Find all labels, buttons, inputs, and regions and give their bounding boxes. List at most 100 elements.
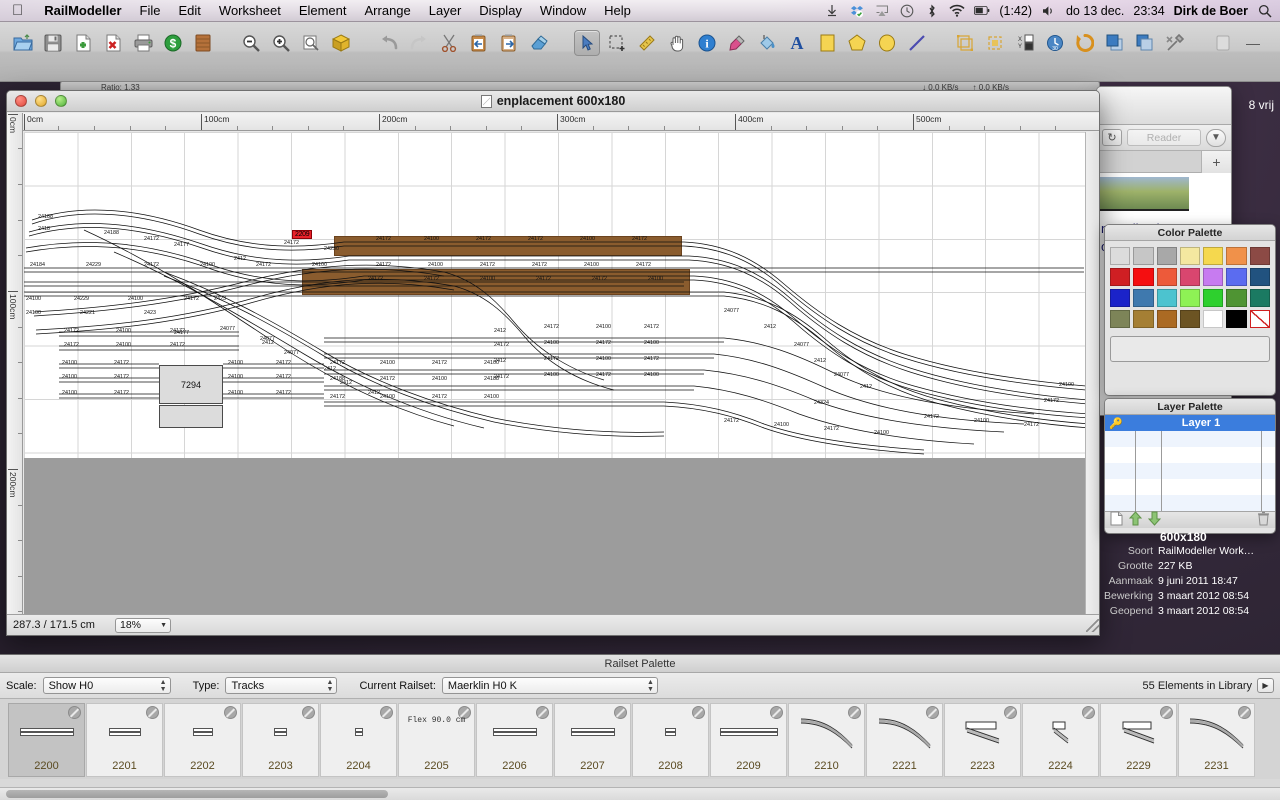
- flip-tool-button[interactable]: [1072, 30, 1098, 56]
- color-swatch[interactable]: [1249, 268, 1270, 286]
- color-swatch[interactable]: [1179, 247, 1201, 265]
- copy-button[interactable]: [466, 30, 492, 56]
- line-tool-button[interactable]: [904, 30, 930, 56]
- railset-palette-window[interactable]: Railset Palette Scale: Show H0 ▲ ▼ Type: …: [0, 654, 1280, 800]
- color-swatch[interactable]: [1156, 310, 1177, 328]
- color-swatch[interactable]: [1179, 268, 1201, 286]
- measure-tool-button[interactable]: [634, 30, 660, 56]
- download-arrow-icon[interactable]: [824, 3, 840, 19]
- menu-bar[interactable]:  RailModeller File Edit Worksheet Eleme…: [0, 0, 1280, 22]
- color-swatch[interactable]: [1226, 310, 1247, 328]
- railset-element-2204[interactable]: 2204: [320, 703, 397, 777]
- railset-element-2223[interactable]: 2223: [944, 703, 1021, 777]
- horizontal-ruler[interactable]: 0cm 100cm 200cm 300cm 400cm 500cm: [23, 113, 1099, 131]
- color-swatch[interactable]: [1133, 310, 1154, 328]
- railset-element-2203[interactable]: 2203: [242, 703, 319, 777]
- color-swatch[interactable]: [1249, 289, 1270, 307]
- color-swatch[interactable]: [1203, 310, 1224, 328]
- railset-element-2207[interactable]: 2207: [554, 703, 631, 777]
- ungroup-objects-button[interactable]: [982, 30, 1008, 56]
- color-swatch[interactable]: [1156, 289, 1177, 307]
- railset-element-2205[interactable]: Flex 90.0 cm 2205: [398, 703, 475, 777]
- menu-item-display[interactable]: Display: [470, 3, 531, 18]
- rotate-tool-button[interactable]: 30: [1042, 30, 1068, 56]
- bring-forward-button[interactable]: [1102, 30, 1128, 56]
- app-toolbar[interactable]: $ i A X Y 30 —: [0, 22, 1280, 82]
- cut-button[interactable]: [436, 30, 462, 56]
- library-drawer-button[interactable]: [190, 30, 216, 56]
- new-layer-button[interactable]: [1110, 511, 1123, 529]
- time-machine-icon[interactable]: [899, 3, 915, 19]
- document-window[interactable]: enplacement 600x180 0cm 100cm 200cm 300c…: [6, 90, 1100, 636]
- color-swatch[interactable]: [1179, 310, 1201, 328]
- color-swatch[interactable]: [1110, 247, 1131, 265]
- color-swatch[interactable]: [1249, 310, 1270, 328]
- ellipse-tool-button[interactable]: [874, 30, 900, 56]
- railset-element-list[interactable]: 2200 2201 2202 2203 2204 Flex 90.0 cm 2205 2206…: [0, 699, 1280, 779]
- color-swatch[interactable]: [1203, 247, 1224, 265]
- color-swatch[interactable]: [1133, 289, 1154, 307]
- color-swatch[interactable]: [1179, 289, 1201, 307]
- layer-row[interactable]: 🔑 Layer 1: [1105, 415, 1275, 431]
- bluetooth-icon[interactable]: [924, 3, 940, 19]
- zoom-in-button[interactable]: [268, 30, 294, 56]
- rectangle-tool-button[interactable]: [814, 30, 840, 56]
- move-layer-down-button[interactable]: [1147, 511, 1162, 529]
- eyedropper-tool-button[interactable]: [724, 30, 750, 56]
- worksheet-paper[interactable]: 7294 2209 24188 2418 24188 24172 24177 2…: [24, 132, 1092, 458]
- delete-layer-button[interactable]: [1257, 511, 1270, 529]
- menubar-user-name[interactable]: Dirk de Boer: [1174, 4, 1248, 18]
- color-swatch[interactable]: [1156, 268, 1177, 286]
- apple-menu-icon[interactable]: : [12, 3, 23, 18]
- chevron-right-icon[interactable]: ▶: [1257, 678, 1274, 693]
- track-layout-drawing[interactable]: 24188 2418 24188 24172 24177 2412 24172 2423…: [24, 132, 1092, 458]
- window-resize-handle[interactable]: [1086, 618, 1099, 632]
- eraser-button[interactable]: [526, 30, 552, 56]
- wifi-icon[interactable]: [949, 3, 965, 19]
- zoom-out-button[interactable]: [238, 30, 264, 56]
- safari-tab-bar[interactable]: +: [1097, 151, 1231, 173]
- safari-titlebar[interactable]: expand-icon: [1097, 87, 1231, 125]
- menu-item-worksheet[interactable]: Worksheet: [210, 3, 290, 18]
- color-swatch[interactable]: [1226, 247, 1247, 265]
- color-swatch-grid[interactable]: [1105, 241, 1275, 334]
- dollar-info-button[interactable]: $: [160, 30, 186, 56]
- download-icon[interactable]: ▼: [1206, 128, 1226, 147]
- coordinates-panel-button[interactable]: XY: [1012, 30, 1038, 56]
- group-objects-button[interactable]: [952, 30, 978, 56]
- menu-item-window[interactable]: Window: [531, 3, 595, 18]
- color-preview-well[interactable]: [1110, 336, 1270, 362]
- color-swatch[interactable]: [1133, 268, 1154, 286]
- safari-toolbar[interactable]: ↻ Reader ▼: [1097, 125, 1231, 151]
- color-swatch[interactable]: [1110, 310, 1131, 328]
- railset-element-2210[interactable]: 2210: [788, 703, 865, 777]
- zoom-fit-button[interactable]: [298, 30, 324, 56]
- layer-palette-window[interactable]: Layer Palette 🔑 Layer 1: [1104, 398, 1276, 534]
- color-swatch[interactable]: [1156, 247, 1177, 265]
- railset-horizontal-scrollbar[interactable]: [0, 787, 1280, 800]
- worksheet-canvas[interactable]: 7294 2209 24188 2418 24188 24172 24177 2…: [24, 132, 1099, 635]
- color-swatch[interactable]: [1226, 289, 1247, 307]
- menu-item-file[interactable]: File: [131, 3, 170, 18]
- menu-item-element[interactable]: Element: [290, 3, 356, 18]
- open-document-button[interactable]: [10, 30, 36, 56]
- paint-bucket-tool-button[interactable]: [754, 30, 780, 56]
- paste-button[interactable]: [496, 30, 522, 56]
- hand-tool-button[interactable]: [664, 30, 690, 56]
- dropbox-icon[interactable]: [849, 3, 865, 19]
- save-document-button[interactable]: [40, 30, 66, 56]
- railset-element-2206[interactable]: 2206: [476, 703, 553, 777]
- type-select[interactable]: Tracks ▲ ▼: [225, 677, 338, 694]
- railset-element-2200[interactable]: 2200: [8, 703, 85, 777]
- new-tab-button[interactable]: +: [1201, 151, 1231, 173]
- volume-icon[interactable]: [1041, 3, 1057, 19]
- delete-document-button[interactable]: [100, 30, 126, 56]
- scrollbar-thumb[interactable]: [6, 790, 388, 798]
- layer-list[interactable]: 🔑 Layer 1: [1105, 415, 1275, 511]
- menu-item-layer[interactable]: Layer: [420, 3, 471, 18]
- select-tool-button[interactable]: [574, 30, 600, 56]
- move-layer-up-button[interactable]: [1128, 511, 1143, 529]
- reader-button[interactable]: Reader: [1127, 129, 1201, 146]
- layer-lock-icon[interactable]: 🔑: [1105, 417, 1127, 430]
- document-titlebar[interactable]: enplacement 600x180: [7, 91, 1099, 112]
